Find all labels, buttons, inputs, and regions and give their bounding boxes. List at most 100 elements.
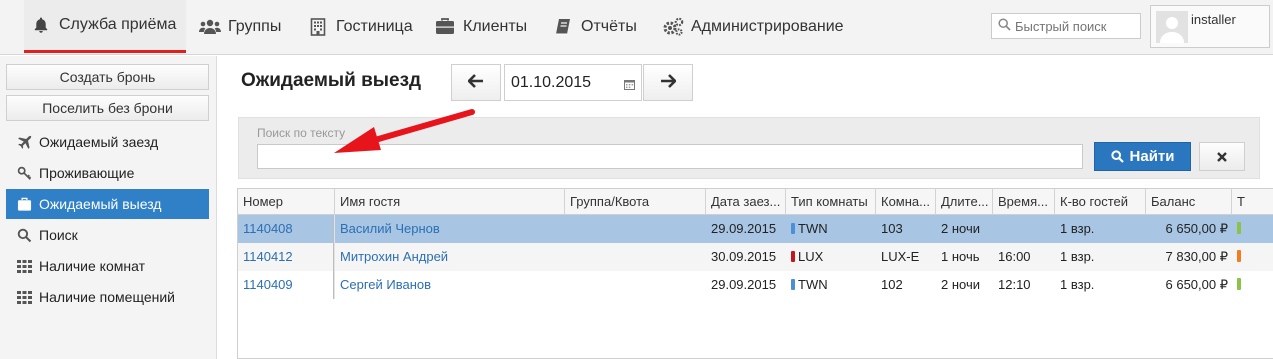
guest-name[interactable]: Сергей Иванов xyxy=(335,271,565,299)
suitcase-icon xyxy=(16,196,32,212)
sidebar-item-room-availability[interactable]: Наличие комнат xyxy=(6,251,209,281)
quick-search-input[interactable] xyxy=(1015,18,1135,34)
nav-label: Клиенты xyxy=(463,17,528,35)
balance: 6 650,00 ₽ xyxy=(1165,277,1229,292)
users-icon xyxy=(199,17,221,37)
sidebar-item-label: Проживающие xyxy=(39,165,135,181)
next-date-button[interactable] xyxy=(643,64,693,101)
table-row[interactable]: 1140409 Сергей Иванов 29.09.2015 TWN 102… xyxy=(238,271,1273,299)
column-header-arrival[interactable]: Дата заез... xyxy=(706,189,786,215)
sidebar-item-search[interactable]: Поиск xyxy=(6,220,209,250)
nav-item-hotel[interactable]: Гостиница xyxy=(307,0,413,53)
sidebar-item-expected-departure[interactable]: Ожидаемый выезд xyxy=(6,189,209,219)
room-number: 103 xyxy=(881,221,903,236)
departures-table: Номер Имя гостя Группа/Квота Дата заез..… xyxy=(237,188,1273,359)
search-icon xyxy=(1110,150,1124,163)
column-resize-handle[interactable] xyxy=(333,215,335,299)
sidebar-item-residents[interactable]: Проживающие xyxy=(6,158,209,188)
column-header-time[interactable]: Время... xyxy=(993,189,1055,215)
plane-icon xyxy=(16,134,32,150)
column-header-room[interactable]: Комна... xyxy=(876,189,936,215)
guest-count: 1 взр. xyxy=(1060,221,1095,236)
sidebar-item-expected-arrival[interactable]: Ожидаемый заезд xyxy=(6,127,209,157)
create-booking-button[interactable]: Создать бронь xyxy=(6,64,209,90)
duration: 2 ночи xyxy=(941,221,980,236)
room-type-label: TWN xyxy=(798,277,828,292)
calendar-icon[interactable] xyxy=(624,77,635,95)
search-icon xyxy=(16,227,32,243)
briefcase-icon xyxy=(434,17,456,37)
sidebar-item-premises-availability[interactable]: Наличие помещений xyxy=(6,282,209,312)
table-row[interactable]: 1140408 Василий Чернов 29.09.2015 TWN 10… xyxy=(238,215,1273,243)
status-color xyxy=(1237,278,1241,290)
sidebar-item-label: Ожидаемый заезд xyxy=(39,134,159,150)
column-header-guest[interactable]: Имя гостя xyxy=(335,189,565,215)
sidebar: Создать бронь Поселить без брони Ожидаем… xyxy=(0,56,217,359)
room-type: TWN xyxy=(786,271,876,299)
column-header-guests[interactable]: К-во гостей xyxy=(1055,189,1146,215)
quick-search[interactable] xyxy=(991,13,1141,39)
room-type: TWN xyxy=(786,215,876,243)
nav-item-reports[interactable]: Отчёты xyxy=(552,0,637,53)
room-number: LUX-E xyxy=(881,249,920,264)
nav-label: Отчёты xyxy=(581,17,637,35)
check-in-without-booking-button[interactable]: Поселить без брони xyxy=(6,95,209,121)
column-header-group[interactable]: Группа/Квота xyxy=(565,189,706,215)
nav-item-administration[interactable]: Администрирование xyxy=(662,0,844,53)
departure-time xyxy=(993,215,1055,243)
booking-number[interactable]: 1140409 xyxy=(238,271,335,299)
guest-name[interactable]: Митрохин Андрей xyxy=(335,243,565,271)
nav-item-clients[interactable]: Клиенты xyxy=(434,0,527,53)
column-header-room-type[interactable]: Тип комнаты xyxy=(786,189,876,215)
user-menu[interactable]: installer xyxy=(1150,5,1270,48)
arrow-left-icon xyxy=(467,74,484,91)
guest-count: 1 взр. xyxy=(1060,277,1095,292)
column-header-duration[interactable]: Длите... xyxy=(936,189,993,215)
booking-number[interactable]: 1140408 xyxy=(238,215,335,243)
nav-label: Администрирование xyxy=(691,17,844,35)
find-button-label: Найти xyxy=(1129,148,1175,165)
sidebar-item-label: Поиск xyxy=(39,227,78,243)
status-indicator xyxy=(1232,215,1273,243)
duration: 1 ночь xyxy=(941,249,980,264)
page-title: Ожидаемый выезд xyxy=(241,70,422,91)
duration: 2 ночи xyxy=(941,277,980,292)
guest-name[interactable]: Василий Чернов xyxy=(335,215,565,243)
guest-count: 1 взр. xyxy=(1060,249,1095,264)
column-header-balance[interactable]: Баланс xyxy=(1146,189,1232,215)
column-header-number[interactable]: Номер xyxy=(238,189,335,215)
grid-icon xyxy=(16,258,32,274)
room-type-color xyxy=(791,223,795,234)
arrival-date: 29.09.2015 xyxy=(711,277,777,292)
table-row[interactable]: 1140412 Митрохин Андрей 30.09.2015 LUX L… xyxy=(238,243,1273,271)
nav-item-groups[interactable]: Группы xyxy=(199,0,281,53)
user-name: installer xyxy=(1191,12,1236,27)
room-type-color xyxy=(791,279,795,290)
room-number: 102 xyxy=(881,277,903,292)
status-color xyxy=(1237,222,1241,234)
key-icon xyxy=(16,165,32,181)
text-search-panel: Поиск по тексту Найти xyxy=(238,117,1260,179)
grid-icon xyxy=(16,289,32,305)
nav-label: Гостиница xyxy=(336,17,413,35)
prev-date-button[interactable] xyxy=(451,64,501,101)
column-header-t[interactable]: Т xyxy=(1232,189,1273,215)
sidebar-item-label: Наличие помещений xyxy=(39,289,175,305)
text-search-input[interactable] xyxy=(257,144,1083,169)
booking-number[interactable]: 1140412 xyxy=(238,243,335,271)
clear-search-button[interactable] xyxy=(1199,142,1245,171)
table-header: Номер Имя гостя Группа/Квота Дата заез..… xyxy=(238,189,1273,215)
date-field[interactable]: 01.10.2015 xyxy=(504,64,642,101)
building-icon xyxy=(307,17,329,37)
sidebar-item-label: Наличие комнат xyxy=(39,258,145,274)
departure-time: 16:00 xyxy=(998,249,1031,264)
avatar xyxy=(1156,11,1188,43)
balance: 6 650,00 ₽ xyxy=(1165,221,1229,236)
find-button[interactable]: Найти xyxy=(1094,142,1191,171)
sidebar-item-label: Ожидаемый выезд xyxy=(39,196,162,212)
balance: 7 830,00 ₽ xyxy=(1165,249,1229,264)
nav-item-front-desk[interactable]: Служба приёма xyxy=(24,0,187,53)
nav-label: Группы xyxy=(228,17,282,35)
close-icon xyxy=(1217,149,1227,165)
search-icon xyxy=(998,18,1011,34)
